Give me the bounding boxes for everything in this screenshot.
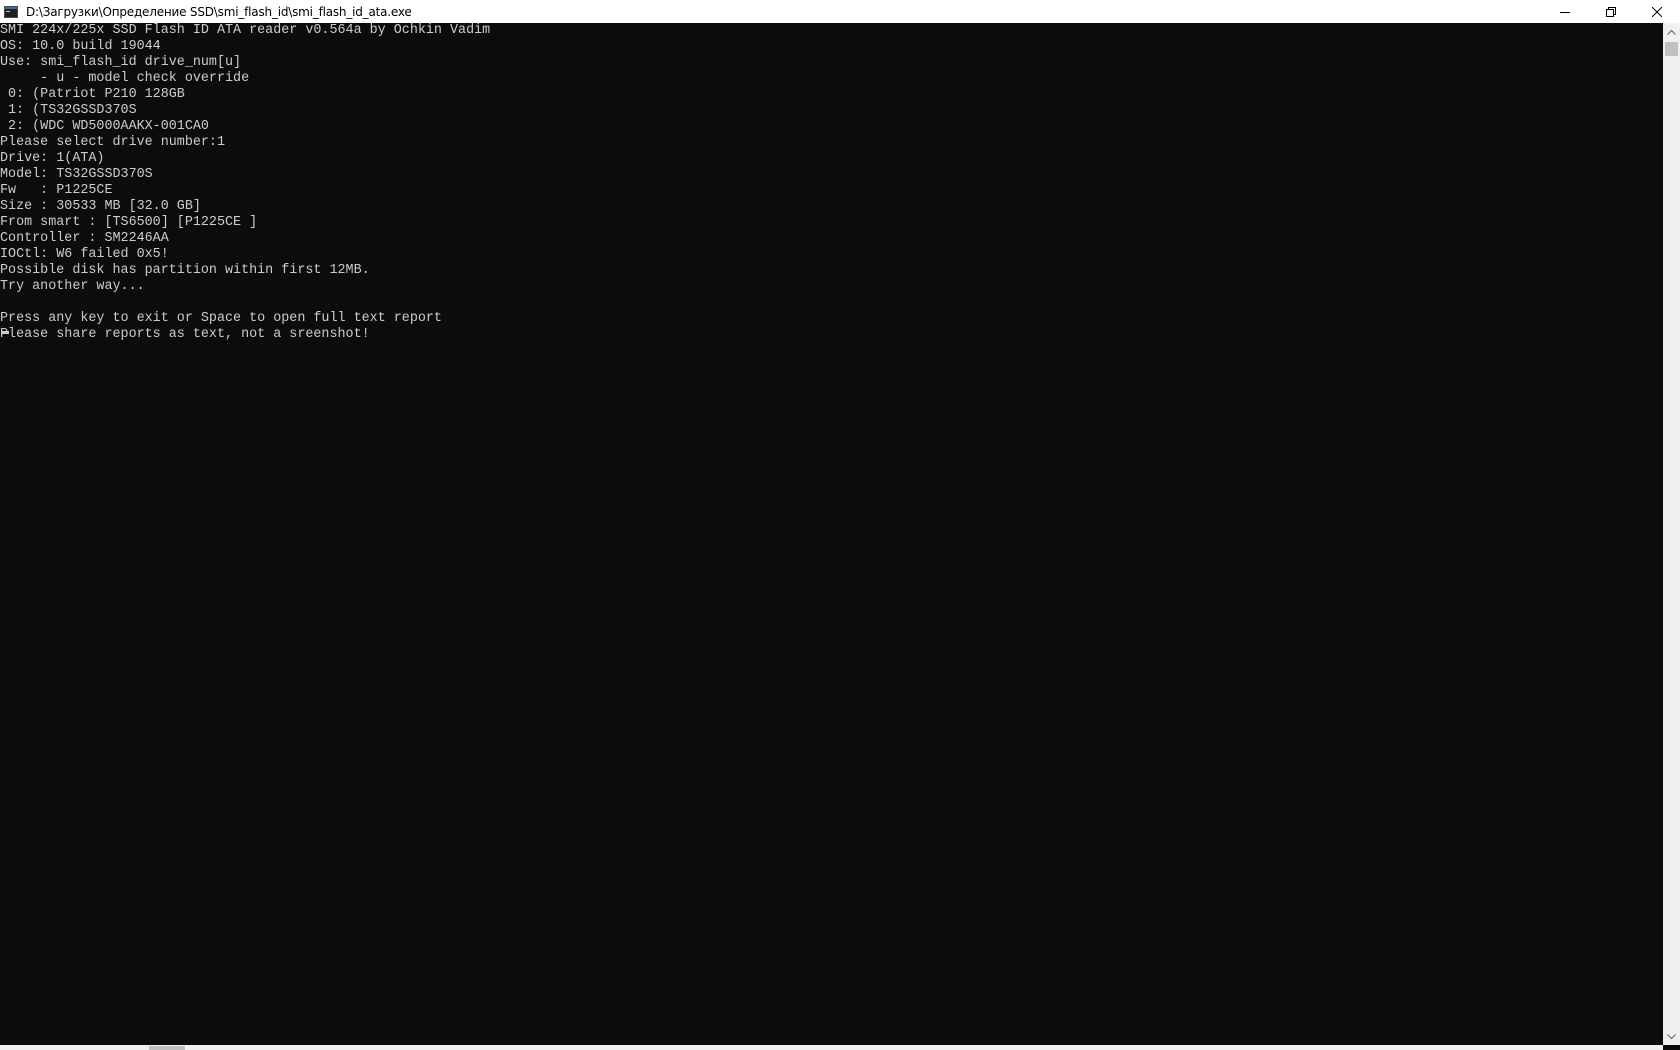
horizontal-scrollbar[interactable] <box>0 1045 1663 1050</box>
console-line: IOCtl: W6 failed 0x5! <box>0 247 169 262</box>
chevron-down-icon <box>1667 1033 1676 1039</box>
console-line: Drive: 1(ATA) <box>0 151 105 166</box>
console-line: Size : 30533 MB [32.0 GB] <box>0 199 201 214</box>
console-line: Fw : P1225CE <box>0 183 113 198</box>
console-line: - u - model check override <box>0 71 250 86</box>
console-line: Controller : SM2246AA <box>0 231 169 246</box>
console-line: Press any key to exit or Space to open f… <box>0 311 442 326</box>
close-icon <box>1652 6 1662 17</box>
console-line: Possible disk has partition within first… <box>0 263 370 278</box>
window-title: D:\Загрузки\Определение SSD\smi_flash_id… <box>26 4 412 19</box>
console-line: 2: (WDC WD5000AAKX-001CA0 <box>0 119 209 134</box>
vertical-scrollbar[interactable] <box>1663 23 1680 1045</box>
console-app-icon[interactable] <box>4 5 18 19</box>
restore-button[interactable] <box>1588 0 1634 23</box>
window-controls <box>1542 0 1680 23</box>
close-button[interactable] <box>1634 0 1680 23</box>
restore-icon <box>1606 6 1616 17</box>
horizontal-scroll-thumb[interactable] <box>149 1046 185 1050</box>
console-line: Please share reports as text, not a sree… <box>0 327 370 342</box>
console-line: 1: (TS32GSSD370S <box>0 103 137 118</box>
minimize-icon <box>1560 11 1570 13</box>
console-line: Use: smi_flash_id drive_num[u] <box>0 55 242 70</box>
console-line: Please select drive number:1 <box>0 135 225 150</box>
title-bar[interactable]: D:\Загрузки\Определение SSD\smi_flash_id… <box>0 0 1680 23</box>
console-window: D:\Загрузки\Определение SSD\smi_flash_id… <box>0 0 1680 1050</box>
console-line: Try another way... <box>0 279 145 294</box>
minimize-button[interactable] <box>1542 0 1588 23</box>
console-output[interactable]: SMI 224x/225x SSD Flash ID ATA reader v0… <box>0 23 1662 1045</box>
text-cursor <box>1 331 9 334</box>
console-line: From smart : [TS6500] [P1225CE ] <box>0 215 258 230</box>
scroll-down-button[interactable] <box>1663 1028 1680 1045</box>
vertical-scroll-thumb[interactable] <box>1665 42 1678 56</box>
console-line: Model: TS32GSSD370S <box>0 167 153 182</box>
console-line: SMI 224x/225x SSD Flash ID ATA reader v0… <box>0 23 491 38</box>
console-line: OS: 10.0 build 19044 <box>0 39 161 54</box>
scroll-up-button[interactable] <box>1663 23 1680 40</box>
chevron-up-icon <box>1667 29 1676 35</box>
console-line: 0: (Patriot P210 128GB <box>0 87 185 102</box>
